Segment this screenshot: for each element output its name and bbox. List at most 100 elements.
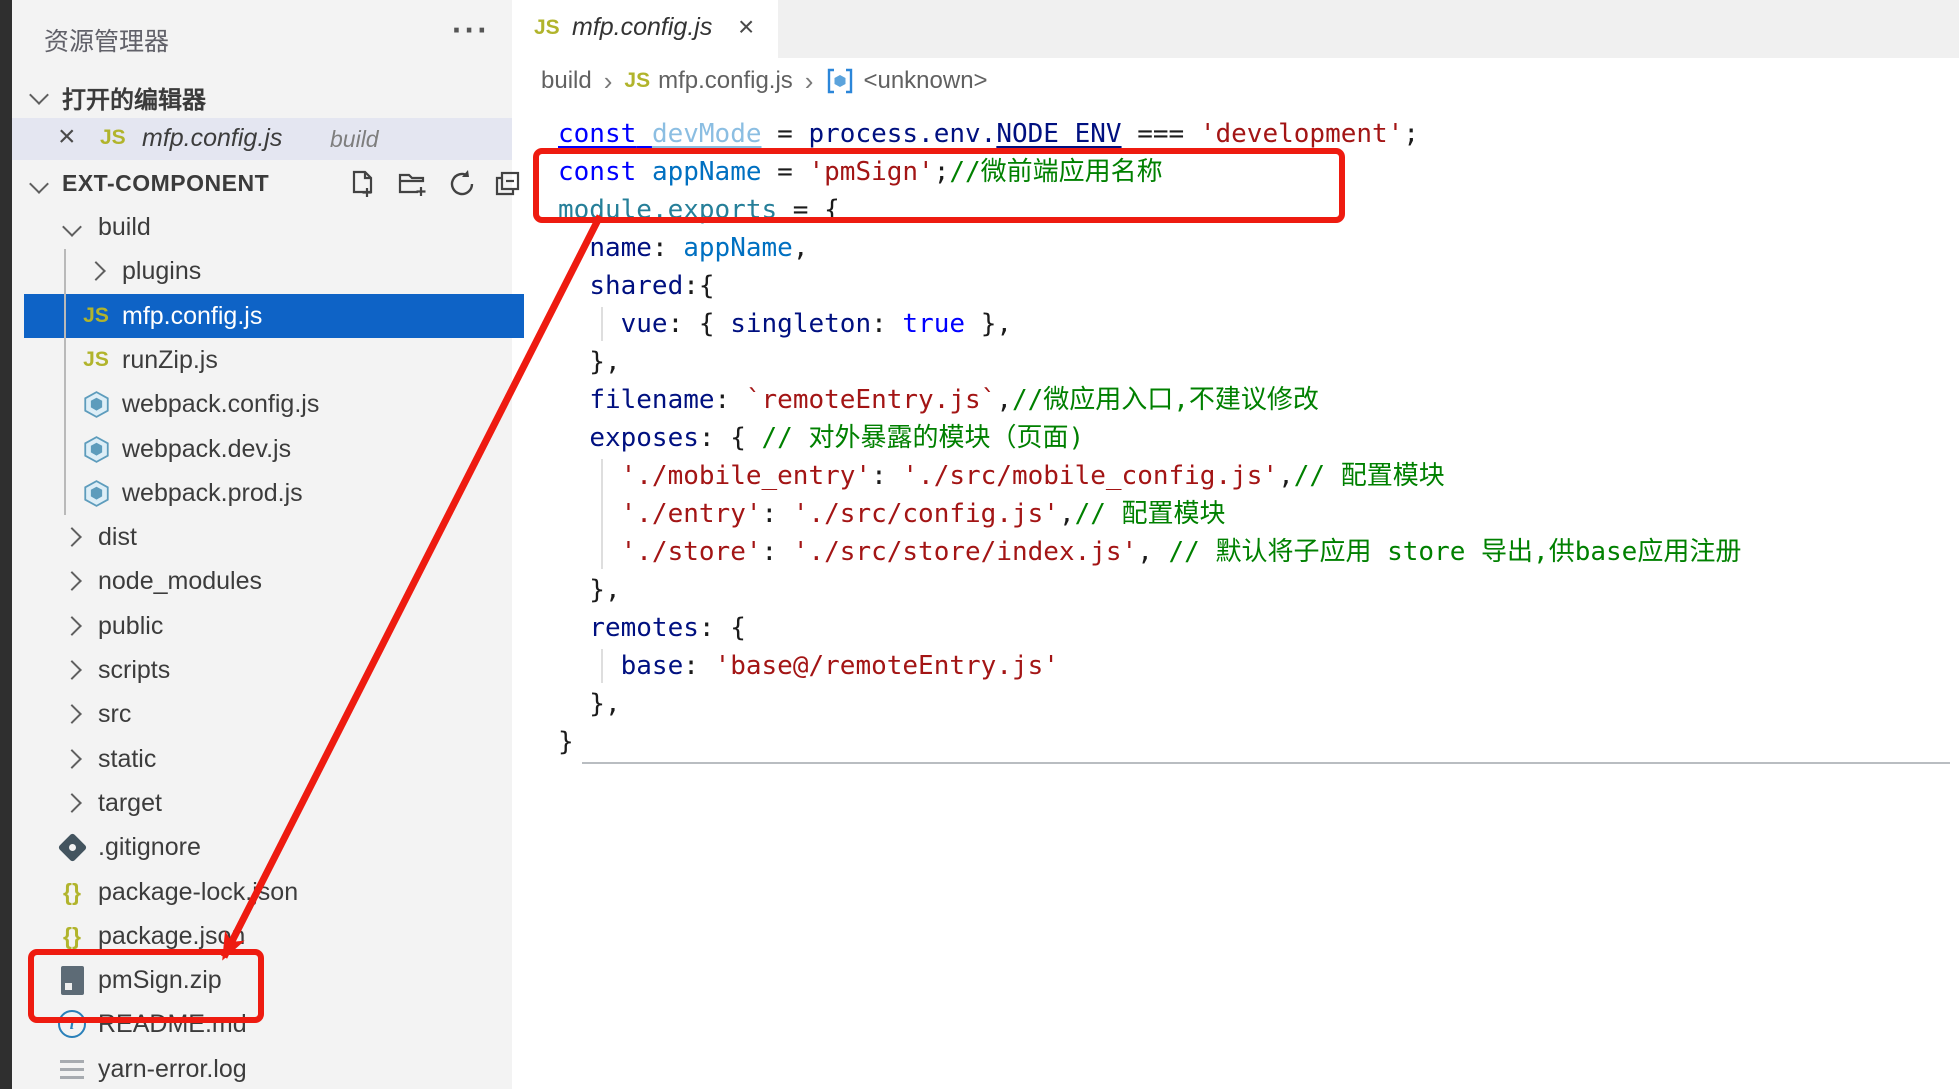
code-line-12[interactable]: 12 './store': './src/store/index.js', //… — [430, 533, 1741, 571]
close-icon[interactable]: × — [58, 120, 76, 154]
code-text[interactable]: name: appName, — [500, 229, 808, 267]
breadcrumb-file-name: mfp.config.js — [658, 67, 793, 95]
json-braces-icon: {} — [63, 879, 81, 906]
chevron-right-icon — [62, 616, 82, 636]
webpack-icon — [83, 391, 110, 418]
chevron-right-icon — [62, 527, 82, 547]
breadcrumb-file[interactable]: JS mfp.config.js — [624, 67, 792, 95]
tree-item-label: runZip.js — [122, 338, 218, 382]
chevron-right-icon — [62, 793, 82, 813]
tree-item-build[interactable]: build — [24, 205, 524, 249]
tree-item-label: static — [98, 737, 156, 781]
chevron-right-icon: › — [805, 66, 814, 97]
webpack-icon — [83, 480, 110, 507]
tree-indent-guide — [64, 249, 66, 515]
tree-item-label: package-lock.json — [98, 870, 298, 914]
tree-item-label: webpack.config.js — [122, 382, 319, 426]
annotation-box-pmsign — [28, 949, 264, 1023]
chevron-right-icon: › — [604, 66, 613, 97]
code-line-11[interactable]: 11 './entry': './src/config.js',// 配置模块 — [430, 495, 1226, 533]
indent-guide — [601, 307, 603, 341]
webpack-icon — [83, 436, 110, 463]
tree-item-label: public — [98, 604, 163, 648]
js-file-icon: JS — [534, 16, 560, 40]
code-line-9[interactable]: 9 exposes: { // 对外暴露的模块（页面) — [430, 419, 1084, 457]
tab-mfp-config-js[interactable]: JS mfp.config.js × — [512, 0, 778, 58]
tree-item-label: .gitignore — [98, 825, 201, 869]
tree-item-target[interactable]: target — [24, 781, 524, 825]
content-end-divider — [582, 762, 1950, 764]
code-text[interactable]: './entry': './src/config.js',// 配置模块 — [500, 495, 1226, 533]
tree-item-plugins[interactable]: plugins — [24, 249, 524, 293]
open-editors-label: 打开的编辑器 — [62, 80, 206, 115]
code-text[interactable]: shared:{ — [500, 267, 715, 305]
tree-item-label: mfp.config.js — [122, 294, 262, 338]
chevron-right-icon — [62, 571, 82, 591]
code-line-10[interactable]: 10 './mobile_entry': './src/mobile_confi… — [430, 457, 1445, 495]
chevron-right-icon — [86, 261, 106, 281]
breadcrumb-symbol[interactable]: <unknown> — [825, 67, 987, 95]
indent-guide — [601, 459, 603, 569]
json-braces-icon: {} — [63, 923, 81, 950]
open-editors-header[interactable]: 打开的编辑器 — [12, 76, 512, 116]
tree-item-label: dist — [98, 515, 137, 559]
chevron-right-icon — [62, 704, 82, 724]
tree-item-label: target — [98, 781, 162, 825]
tree-item-runzip-js[interactable]: JSrunZip.js — [24, 338, 524, 382]
workspace-section-header[interactable]: EXT-COMPONENT — [12, 163, 512, 205]
refresh-icon[interactable] — [446, 168, 478, 200]
code-line-15[interactable]: 15 base: 'base@/remoteEntry.js' — [430, 647, 1059, 685]
annotation-box-line2 — [533, 148, 1345, 223]
code-text[interactable]: filename: `remoteEntry.js`,//微应用入口,不建议修改 — [500, 381, 1319, 419]
tree-item--gitignore[interactable]: .gitignore — [24, 825, 524, 869]
tree-item-webpack-prod-js[interactable]: webpack.prod.js — [24, 471, 524, 515]
tree-item-label: yarn-error.log — [98, 1047, 247, 1091]
js-file-icon: JS — [100, 126, 126, 150]
tree-item-label: webpack.prod.js — [122, 471, 303, 515]
tree-item-label: webpack.dev.js — [122, 427, 291, 471]
breadcrumb: build › JS mfp.config.js › <unknown> — [512, 58, 1959, 104]
tree-item-label: plugins — [122, 249, 201, 293]
chevron-right-icon — [62, 660, 82, 680]
code-text[interactable]: base: 'base@/remoteEntry.js' — [500, 647, 1059, 685]
explorer-title: 资源管理器 — [44, 22, 169, 58]
new-folder-icon[interactable] — [396, 168, 428, 200]
collapse-all-icon[interactable] — [492, 168, 524, 200]
breadcrumb-folder[interactable]: build — [541, 67, 592, 95]
tree-item-src[interactable]: src — [24, 692, 524, 736]
tree-item-label: scripts — [98, 648, 170, 692]
code-text[interactable]: './mobile_entry': './src/mobile_config.j… — [500, 457, 1445, 495]
code-text[interactable]: exposes: { // 对外暴露的模块（页面) — [500, 419, 1084, 457]
editor-tab-strip: JS mfp.config.js × — [512, 0, 1959, 58]
indent-guide — [601, 649, 603, 683]
code-text[interactable]: remotes: { — [500, 609, 746, 647]
activity-bar-edge — [0, 0, 12, 1089]
js-file-icon: JS — [83, 304, 109, 328]
tree-item-yarn-error-log[interactable]: yarn-error.log — [24, 1047, 524, 1091]
code-text[interactable]: './store': './src/store/index.js', // 默认… — [500, 533, 1741, 571]
tree-item-static[interactable]: static — [24, 737, 524, 781]
tree-item-node-modules[interactable]: node_modules — [24, 559, 524, 603]
tree-item-public[interactable]: public — [24, 604, 524, 648]
symbol-module-icon — [825, 67, 855, 95]
log-file-icon — [60, 1060, 84, 1079]
open-editor-item-mfp-config[interactable]: × JS mfp.config.js build — [12, 118, 512, 160]
tree-item-package-lock-json[interactable]: {} package-lock.json — [24, 870, 524, 914]
chevron-right-icon — [62, 749, 82, 769]
new-file-icon[interactable] — [346, 168, 378, 200]
breadcrumb-symbol-name: <unknown> — [863, 67, 987, 95]
code-text[interactable]: vue: { singleton: true }, — [500, 305, 1012, 343]
js-file-icon: JS — [624, 69, 650, 93]
tree-item-mfp-config-js[interactable]: JS mfp.config.js — [24, 294, 524, 338]
more-actions-icon[interactable]: ··· — [452, 12, 490, 49]
close-icon[interactable]: × — [738, 11, 754, 43]
tree-item-webpack-config-js[interactable]: webpack.config.js — [24, 382, 524, 426]
tree-item-dist[interactable]: dist — [24, 515, 524, 559]
code-line-8[interactable]: 8 filename: `remoteEntry.js`,//微应用入口,不建议… — [430, 381, 1319, 419]
tab-title: mfp.config.js — [572, 13, 712, 42]
chevron-down-icon — [62, 217, 82, 237]
tree-item-label: src — [98, 692, 131, 736]
tree-item-webpack-dev-js[interactable]: webpack.dev.js — [24, 427, 524, 471]
tree-item-scripts[interactable]: scripts — [24, 648, 524, 692]
explorer-sidebar: 资源管理器 ··· 打开的编辑器 × JS mfp.config.js buil… — [12, 0, 512, 1089]
